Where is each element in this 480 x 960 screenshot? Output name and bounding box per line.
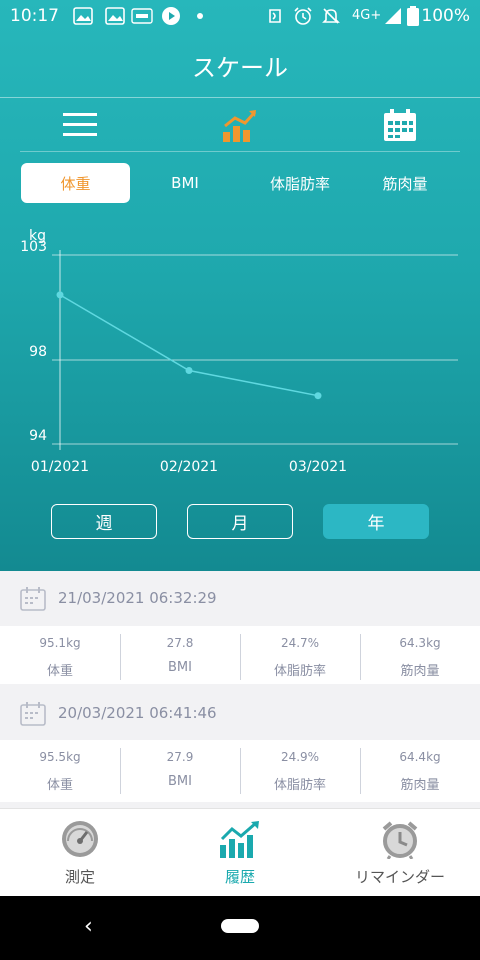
record-bmi-label: BMI xyxy=(168,660,192,675)
calendar-icon xyxy=(20,702,46,726)
period-month-button[interactable]: 月 xyxy=(187,504,293,539)
calendar-icon xyxy=(20,587,46,611)
status-bar: 10:17 4G+ 100% xyxy=(0,0,480,34)
trend-icon xyxy=(220,821,259,858)
home-pill-icon[interactable] xyxy=(221,919,259,933)
record-header[interactable]: 21/03/2021 06:32:29 xyxy=(0,571,480,626)
record-body-fat-label: 体脂肪率 xyxy=(273,778,326,793)
record-bmi-cell: 27.8 BMI xyxy=(120,626,240,688)
tab-weight[interactable]: 体重 xyxy=(21,163,130,203)
chart-icon[interactable] xyxy=(220,106,260,144)
nfc-icon xyxy=(264,7,286,25)
signal-icon xyxy=(382,7,404,25)
record-weight-label: 体重 xyxy=(46,778,73,793)
data-point xyxy=(314,392,322,400)
period-week-button[interactable]: 週 xyxy=(51,504,157,539)
record-weight-label: 体重 xyxy=(46,664,73,679)
y-tick-label: 98 xyxy=(29,344,47,360)
play-icon xyxy=(160,7,182,25)
nav-history[interactable]: 履歴 xyxy=(160,809,320,897)
record-bmi-cell: 27.9 BMI xyxy=(120,740,240,802)
network-label: 4G+ xyxy=(352,8,382,23)
tab-muscle-mass[interactable]: 筋肉量 xyxy=(360,163,450,203)
weight-line-chart: kg103989401/2021 02/2021 03/2021 xyxy=(20,228,458,475)
nav-measure-label: 測定 xyxy=(64,868,95,886)
status-time: 10:17 xyxy=(10,6,59,26)
record-bmi-value: 27.9 xyxy=(166,750,194,764)
battery-percentage: 100% xyxy=(421,6,470,26)
list-icon[interactable] xyxy=(60,106,100,144)
record-body-fat-label: 体脂肪率 xyxy=(273,664,326,679)
tab-bmi[interactable]: BMI xyxy=(140,163,230,203)
x-tick-label: 02/2021 xyxy=(160,459,218,475)
y-tick-label: 103 xyxy=(20,239,47,255)
tab-body-fat[interactable]: 体脂肪率 xyxy=(245,163,355,203)
back-icon[interactable]: ‹ xyxy=(84,914,93,939)
record-row[interactable]: 95.5kg 体重 27.9 BMI 24.9% 体脂肪率 64.4kg 筋肉量 xyxy=(0,740,480,802)
record-muscle-value: 64.3kg xyxy=(399,636,441,650)
nav-history-label: 履歴 xyxy=(224,868,255,886)
record-row[interactable]: 95.1kg 体重 27.8 BMI 24.7% 体脂肪率 64.3kg 筋肉量 xyxy=(0,626,480,688)
record-weight-cell: 95.1kg 体重 xyxy=(0,626,120,688)
header-divider xyxy=(0,97,480,98)
record-datetime: 21/03/2021 06:32:29 xyxy=(58,589,217,607)
alarm-icon xyxy=(292,7,314,25)
record-weight-cell: 95.5kg 体重 xyxy=(0,740,120,802)
record-muscle-cell: 64.3kg 筋肉量 xyxy=(360,626,480,688)
gallery-icon xyxy=(72,7,94,25)
record-muscle-label: 筋肉量 xyxy=(400,778,440,793)
record-body-fat-value: 24.7% xyxy=(280,636,320,650)
x-tick-label: 01/2021 xyxy=(31,459,89,475)
nav-reminder[interactable]: リマインダー xyxy=(320,809,480,897)
nav-measure[interactable]: 測定 xyxy=(0,809,160,897)
record-muscle-value: 64.4kg xyxy=(399,750,441,764)
x-tick-label: 03/2021 xyxy=(289,459,347,475)
record-weight-value: 95.1kg xyxy=(39,636,81,650)
record-muscle-cell: 64.4kg 筋肉量 xyxy=(360,740,480,802)
data-point xyxy=(185,367,193,374)
docomo-icon xyxy=(131,7,153,25)
record-bmi-label: BMI xyxy=(168,774,192,789)
nav-reminder-label: リマインダー xyxy=(354,868,445,886)
gauge-icon xyxy=(62,821,98,857)
record-body-fat-cell: 24.7% 体脂肪率 xyxy=(240,626,360,688)
record-datetime: 20/03/2021 06:41:46 xyxy=(58,704,217,722)
alarm-clock-icon xyxy=(382,821,418,859)
record-body-fat-value: 24.9% xyxy=(280,750,320,764)
record-weight-value: 95.5kg xyxy=(39,750,81,764)
calendar-icon[interactable] xyxy=(380,106,420,144)
period-year-button[interactable]: 年 xyxy=(323,504,429,539)
dot-icon xyxy=(189,7,211,25)
series-line xyxy=(59,294,319,397)
mute-icon xyxy=(320,7,342,25)
system-navigation-bar: ‹ xyxy=(0,896,480,960)
bottom-navigation: 測定 履歴 リマインダー xyxy=(0,808,480,896)
toolbar-divider xyxy=(20,151,460,152)
y-tick-label: 94 xyxy=(29,428,47,444)
page-title: スケール xyxy=(192,54,288,82)
record-header[interactable]: 20/03/2021 06:41:46 xyxy=(0,686,480,741)
record-body-fat-cell: 24.9% 体脂肪率 xyxy=(240,740,360,802)
record-bmi-value: 27.8 xyxy=(166,636,194,650)
record-muscle-label: 筋肉量 xyxy=(400,664,440,679)
gallery-icon-2 xyxy=(104,7,126,25)
data-point xyxy=(56,291,64,299)
